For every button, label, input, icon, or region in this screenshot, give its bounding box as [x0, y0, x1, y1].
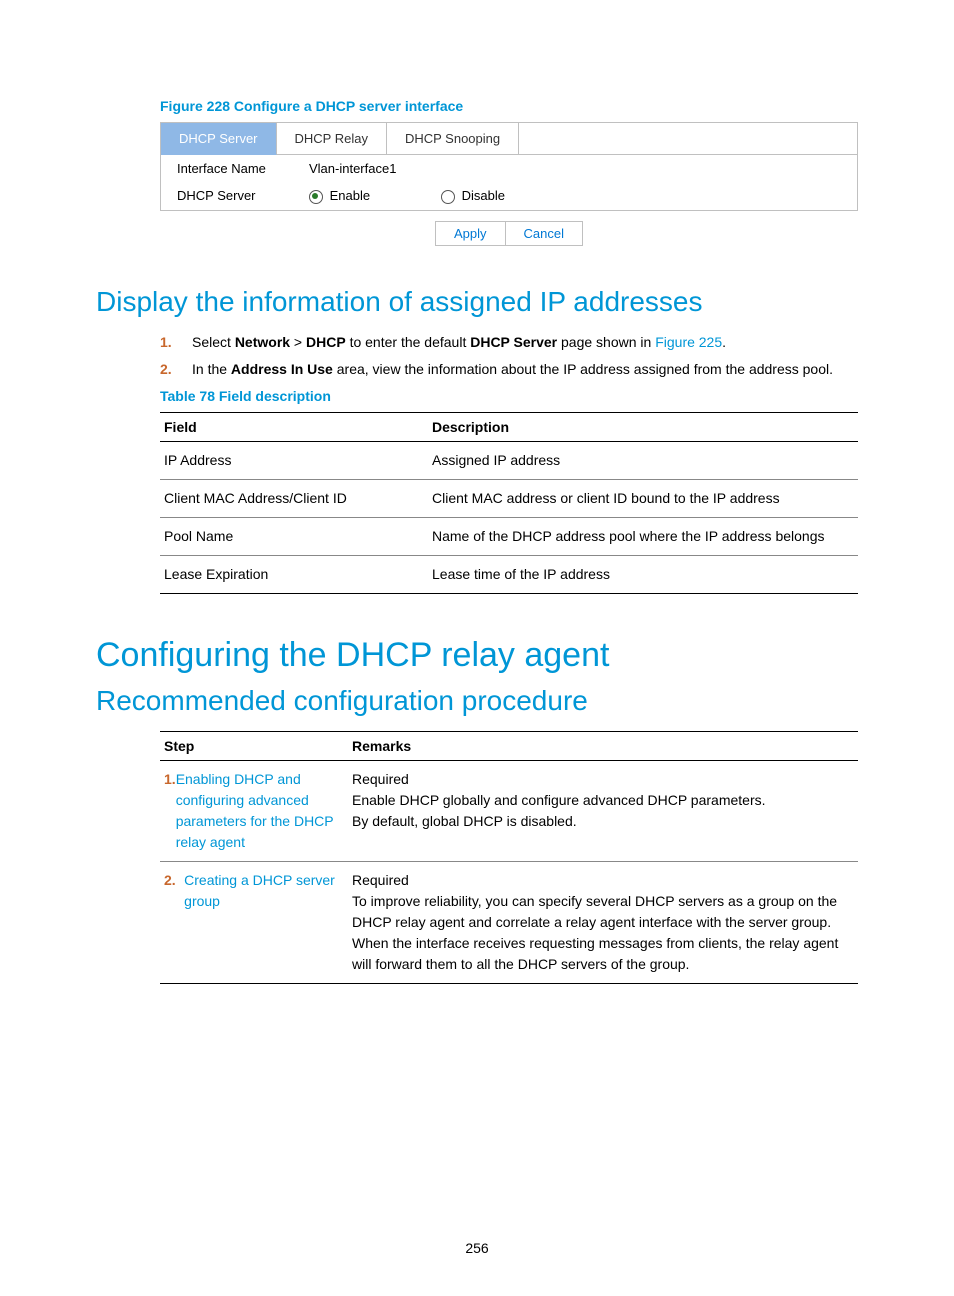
figure-caption: Figure 228 Configure a DHCP server inter… — [160, 98, 858, 114]
step-1: 1. Select Network > DHCP to enter the de… — [160, 332, 858, 353]
cancel-button[interactable]: Cancel — [506, 221, 583, 246]
procedure-table: Step Remarks 1. Enabling DHCP and config… — [160, 731, 858, 984]
procedure-header-step: Step — [160, 731, 348, 760]
table-78-header-field: Field — [160, 412, 428, 441]
table-row: 1. Enabling DHCP and configuring advance… — [160, 760, 858, 861]
proc-step-1-number: 1. — [164, 769, 176, 853]
apply-button[interactable]: Apply — [435, 221, 506, 246]
table-78-header-description: Description — [428, 412, 858, 441]
proc-step-2-number: 2. — [164, 870, 184, 912]
radio-disable[interactable] — [441, 190, 455, 204]
table-row: Client MAC Address/Client ID Client MAC … — [160, 479, 858, 517]
label-interface-name: Interface Name — [177, 161, 309, 176]
radio-disable-label: Disable — [462, 188, 505, 203]
table-row: 2. Creating a DHCP server group Required… — [160, 861, 858, 983]
procedure-header-remarks: Remarks — [348, 731, 858, 760]
table-row: Pool Name Name of the DHCP address pool … — [160, 517, 858, 555]
tab-dhcp-snooping[interactable]: DHCP Snooping — [387, 123, 519, 155]
link-figure-225[interactable]: Figure 225 — [655, 334, 722, 350]
table-78-caption: Table 78 Field description — [160, 388, 858, 404]
table-row: Lease Expiration Lease time of the IP ad… — [160, 555, 858, 593]
step-1-number: 1. — [160, 332, 192, 353]
heading-display-ip: Display the information of assigned IP a… — [96, 286, 858, 318]
step-2-number: 2. — [160, 359, 192, 380]
dhcp-config-panel: DHCP Server DHCP Relay DHCP Snooping Int… — [160, 122, 858, 211]
link-enable-dhcp-advanced[interactable]: Enabling DHCP and configuring advanced p… — [176, 769, 344, 853]
step-2: 2. In the Address In Use area, view the … — [160, 359, 858, 380]
table-row: IP Address Assigned IP address — [160, 441, 858, 479]
label-dhcp-server: DHCP Server — [177, 188, 309, 203]
value-interface-name: Vlan-interface1 — [309, 161, 441, 176]
radio-enable-label: Enable — [330, 188, 370, 203]
page-number: 256 — [0, 1240, 954, 1256]
heading-configuring-relay: Configuring the DHCP relay agent — [96, 636, 858, 675]
tab-dhcp-relay[interactable]: DHCP Relay — [277, 123, 387, 155]
table-78: Field Description IP Address Assigned IP… — [160, 412, 858, 594]
link-create-server-group[interactable]: Creating a DHCP server group — [184, 870, 344, 912]
radio-enable[interactable] — [309, 190, 323, 204]
heading-recommended-procedure: Recommended configuration procedure — [96, 685, 858, 717]
tab-dhcp-server[interactable]: DHCP Server — [161, 123, 277, 155]
